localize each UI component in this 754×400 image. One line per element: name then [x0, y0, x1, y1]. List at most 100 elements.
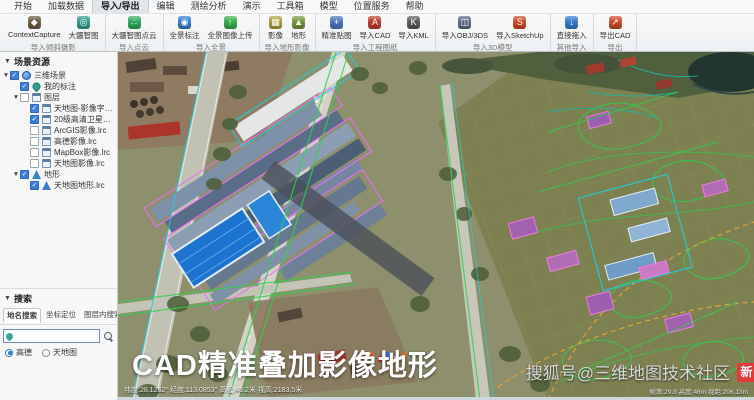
- expander-icon[interactable]: ▼: [12, 94, 20, 101]
- ribbon-button-label: 大疆智图点云: [112, 30, 157, 41]
- scene-panel-title: 场景资源: [14, 55, 50, 68]
- pin-icon: [31, 81, 42, 92]
- ribbon-group: ↗导出CAD导出: [594, 14, 638, 51]
- layer-checkbox[interactable]: [20, 93, 29, 102]
- layer-tree: ▼✓三维场景✓我的标注▼图层✓天地图-影像字体w1(含标注服务...✓20级高清…: [0, 70, 117, 191]
- search-provider-option[interactable]: 天地图: [42, 347, 77, 358]
- tree-item-label: 天地图影像.lrc: [54, 158, 105, 169]
- layer-checkbox[interactable]: [30, 126, 39, 135]
- layer-checkbox[interactable]: [30, 148, 39, 157]
- layer-checkbox[interactable]: [30, 159, 39, 168]
- collapse-triangle-icon: ▼: [4, 58, 11, 65]
- search-provider-option[interactable]: 高德: [5, 347, 32, 358]
- tree-item-label: 我的标注: [44, 81, 76, 92]
- ribbon-button[interactable]: ◉全景标注: [167, 15, 203, 42]
- ribbon-button[interactable]: ◎大疆智图: [66, 15, 102, 42]
- tree-item[interactable]: ArcGIS影像.lrc: [2, 125, 117, 136]
- ribbon-group-buttons: ◫导入OBJ/3DSS导入SketchUp: [439, 14, 547, 42]
- provider-label: 高德: [16, 347, 32, 358]
- layer-checkbox[interactable]: ✓: [30, 181, 39, 190]
- layer-checkbox[interactable]: ✓: [30, 104, 39, 113]
- ribbon-button[interactable]: S导入SketchUp: [493, 15, 547, 42]
- tree-item-label: 天地图地形.lrc: [54, 180, 105, 191]
- expander-icon[interactable]: ▼: [2, 72, 10, 79]
- search-tab[interactable]: 地名搜索: [3, 308, 41, 323]
- ribbon-button[interactable]: ◫导入OBJ/3DS: [439, 15, 491, 42]
- layer-checkbox[interactable]: ✓: [30, 115, 39, 124]
- ribbon-tab[interactable]: 加载数据: [40, 0, 92, 13]
- map-pin-icon: [5, 331, 15, 341]
- ribbon-group: ◉全景标注↑全景图像上传导入全景: [164, 14, 260, 51]
- tree-item-label: 高德影像.lrc: [54, 136, 97, 147]
- screen-icon: [42, 126, 51, 135]
- ribbon-group-buttons: ↓直接拖入: [554, 14, 590, 42]
- pointcloud-icon: ∴: [128, 16, 141, 29]
- ribbon-button[interactable]: ∴大疆智图点云: [109, 15, 160, 42]
- screen-icon: [32, 93, 41, 102]
- ribbon-button-label: 导入KML: [398, 30, 428, 41]
- layer-checkbox[interactable]: [30, 137, 39, 146]
- map-viewport[interactable]: CAD精准叠加影像地形 搜狐号@三维地图技术社区 新 纬度:28.1262° 经…: [118, 52, 754, 400]
- ribbon-groups: ◆ContextCapture◎大疆智图导入倾斜摄影∴大疆智图点云导入点云◉全景…: [0, 14, 754, 51]
- ribbon-button[interactable]: ◆ContextCapture: [5, 15, 64, 40]
- scene-panel-header[interactable]: ▼ 场景资源: [0, 52, 117, 70]
- tree-item[interactable]: ▼✓ 地形: [2, 169, 117, 180]
- search-tab[interactable]: 坐标定位: [43, 308, 79, 323]
- ribbon-tab[interactable]: 测绘分析: [183, 0, 235, 13]
- ribbon-tab[interactable]: 工具箱: [269, 0, 312, 13]
- tree-item[interactable]: ▼✓三维场景: [2, 70, 117, 81]
- radio-icon[interactable]: [42, 349, 50, 357]
- search-panel-header[interactable]: ▼ 搜索: [0, 289, 117, 307]
- ribbon-button[interactable]: ▲地形: [288, 15, 309, 42]
- tree-item[interactable]: ▼ 图层: [2, 92, 117, 103]
- layer-checkbox[interactable]: ✓: [20, 82, 29, 91]
- ribbon-button[interactable]: ↓直接拖入: [554, 15, 590, 42]
- ribbon-button-label: ContextCapture: [8, 30, 61, 39]
- tree-item-label: 地形: [44, 169, 60, 180]
- layer-checkbox[interactable]: ✓: [10, 71, 19, 80]
- radio-icon[interactable]: [5, 349, 13, 357]
- search-icon[interactable]: [103, 331, 114, 342]
- search-tab[interactable]: 图层内搜索: [81, 308, 118, 323]
- imagery-icon: ▦: [269, 16, 282, 29]
- ribbon-tab[interactable]: 导入/导出: [92, 0, 149, 13]
- screen-icon: [42, 148, 51, 157]
- terrain-icon: [42, 181, 51, 190]
- tree-item[interactable]: ✓ 20级高清卫星影像.lrc: [2, 114, 117, 125]
- layer-checkbox[interactable]: ✓: [20, 170, 29, 179]
- tree-item[interactable]: ✓ 我的标注: [2, 81, 117, 92]
- export-cad-icon: ↗: [609, 16, 622, 29]
- ribbon-button[interactable]: +精准贴图: [319, 15, 355, 42]
- ribbon-button[interactable]: ↗导出CAD: [597, 15, 634, 42]
- tree-item-label: 20级高清卫星影像.lrc: [54, 114, 117, 125]
- tree-item[interactable]: MapBox影像.lrc: [2, 147, 117, 158]
- tree-item[interactable]: 天地图影像.lrc: [2, 158, 117, 169]
- import-cad-icon: A: [368, 16, 381, 29]
- status-view-info: 帧率:29.8 高度:46m 视距:206.13m: [649, 386, 748, 396]
- ribbon-button[interactable]: ↑全景图像上传: [205, 15, 256, 42]
- ribbon-button-label: 导入OBJ/3DS: [442, 30, 488, 41]
- ribbon-tab[interactable]: 位置服务: [346, 0, 398, 13]
- expander-icon[interactable]: ▼: [12, 171, 20, 178]
- terrain-icon: ▲: [292, 16, 305, 29]
- ribbon-button[interactable]: A导入CAD: [357, 15, 394, 42]
- ribbon-tab[interactable]: 开始: [6, 0, 40, 13]
- ribbon-button-label: 直接拖入: [557, 30, 587, 41]
- ribbon-tab[interactable]: 模型: [312, 0, 346, 13]
- ribbon-tab[interactable]: 演示: [235, 0, 269, 13]
- watermark-text: 搜狐号@三维地图技术社区: [526, 359, 730, 384]
- tree-item[interactable]: ✓天地图-影像字体w1(含标注服务...: [2, 103, 117, 114]
- tree-item[interactable]: 高德影像.lrc: [2, 136, 117, 147]
- ribbon-group-buttons: ◉全景标注↑全景图像上传: [167, 14, 256, 42]
- tree-item-label: 图层: [44, 92, 60, 103]
- ribbon-tab[interactable]: 编辑: [149, 0, 183, 13]
- dji-terra-icon: ◎: [77, 16, 90, 29]
- ribbon-button[interactable]: ▦影像: [265, 15, 286, 42]
- ribbon-group-buttons: +精准贴图A导入CADK导入KML: [319, 14, 432, 42]
- tree-item[interactable]: ✓ 天地图地形.lrc: [2, 180, 117, 191]
- terrain-icon: [32, 170, 41, 179]
- ribbon-button-label: 全景标注: [170, 30, 200, 41]
- search-input[interactable]: [15, 332, 97, 341]
- ribbon-button[interactable]: K导入KML: [395, 15, 431, 42]
- ribbon-tab[interactable]: 帮助: [398, 0, 432, 13]
